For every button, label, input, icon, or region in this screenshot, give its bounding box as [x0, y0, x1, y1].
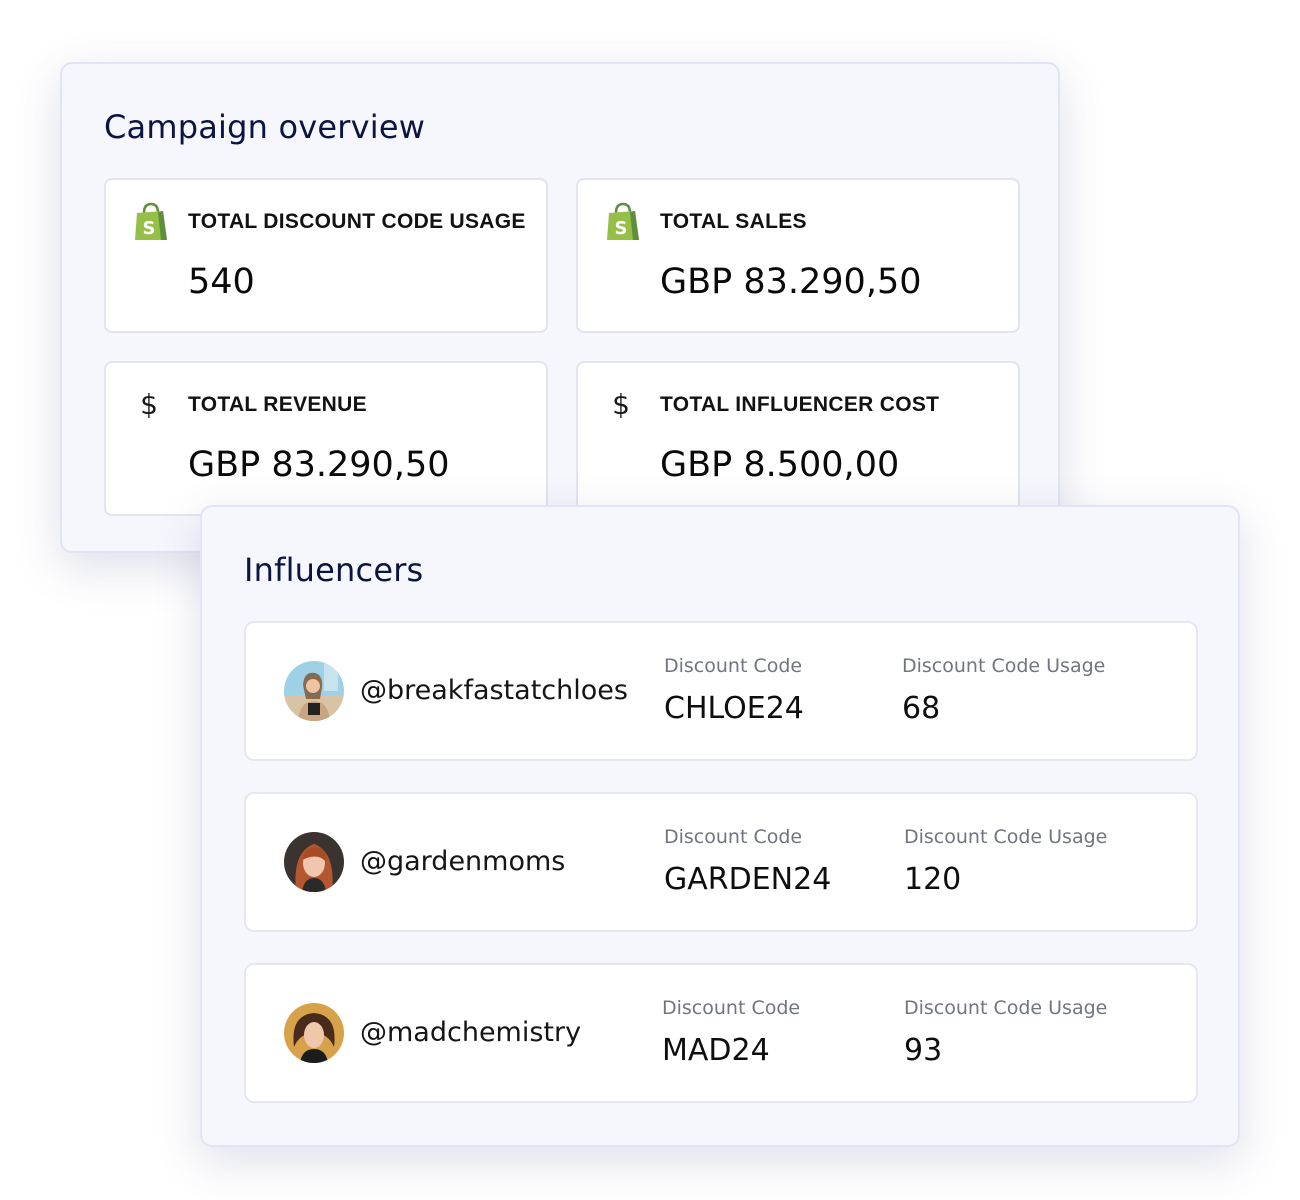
dollar-icon: $	[140, 388, 158, 421]
stat-value: GBP 83.290,50	[188, 445, 450, 485]
shopify-bag-icon: S	[606, 202, 640, 242]
influencer-handle[interactable]: @gardenmoms	[360, 846, 565, 877]
discount-code-value: MAD24	[662, 1033, 770, 1068]
discount-code-usage-label: Discount Code Usage	[902, 655, 1106, 677]
stat-value: GBP 83.290,50	[660, 262, 922, 302]
avatar	[284, 1003, 344, 1063]
influencer-row[interactable]: @madchemistry Discount Code MAD24 Discou…	[244, 963, 1198, 1103]
stat-label: TOTAL SALES	[660, 210, 807, 233]
discount-code-usage-value: 120	[904, 862, 962, 897]
influencer-row[interactable]: @breakfastatchloes Discount Code CHLOE24…	[244, 621, 1198, 761]
influencer-handle[interactable]: @breakfastatchloes	[360, 675, 628, 706]
discount-code-usage-value: 93	[904, 1033, 943, 1068]
campaign-overview-panel: Campaign overview S TOTAL DISCOUNT CODE …	[60, 62, 1060, 553]
discount-code-value: CHLOE24	[664, 691, 804, 726]
influencer-handle[interactable]: @madchemistry	[360, 1017, 581, 1048]
stat-value: 540	[188, 262, 255, 302]
stat-label: TOTAL DISCOUNT CODE USAGE	[188, 210, 526, 233]
campaign-overview-title: Campaign overview	[104, 108, 426, 146]
discount-code-usage-value: 68	[902, 691, 941, 726]
stat-value: GBP 8.500,00	[660, 445, 900, 485]
discount-code-usage-label: Discount Code Usage	[904, 826, 1108, 848]
stat-label: TOTAL INFLUENCER COST	[660, 393, 940, 416]
discount-code-label: Discount Code	[664, 655, 803, 677]
discount-code-label: Discount Code	[664, 826, 803, 848]
stat-card-total-revenue: $ TOTAL REVENUE GBP 83.290,50	[104, 361, 548, 516]
stat-card-total-sales: S TOTAL SALES GBP 83.290,50	[576, 178, 1020, 333]
avatar	[284, 832, 344, 892]
discount-code-value: GARDEN24	[664, 862, 832, 897]
avatar	[284, 661, 344, 721]
influencers-title: Influencers	[244, 551, 424, 589]
discount-code-label: Discount Code	[662, 997, 801, 1019]
svg-text:S: S	[143, 218, 156, 239]
discount-code-usage-label: Discount Code Usage	[904, 997, 1108, 1019]
svg-text:S: S	[615, 218, 628, 239]
dollar-icon: $	[612, 388, 630, 421]
influencer-row[interactable]: @gardenmoms Discount Code GARDEN24 Disco…	[244, 792, 1198, 932]
stat-label: TOTAL REVENUE	[188, 393, 367, 416]
shopify-bag-icon: S	[134, 202, 168, 242]
stat-card-total-influencer-cost: $ TOTAL INFLUENCER COST GBP 8.500,00	[576, 361, 1020, 516]
stat-card-total-discount-code-usage: S TOTAL DISCOUNT CODE USAGE 540	[104, 178, 548, 333]
influencers-panel: Influencers @breakfastatchloes Discount …	[200, 505, 1240, 1147]
